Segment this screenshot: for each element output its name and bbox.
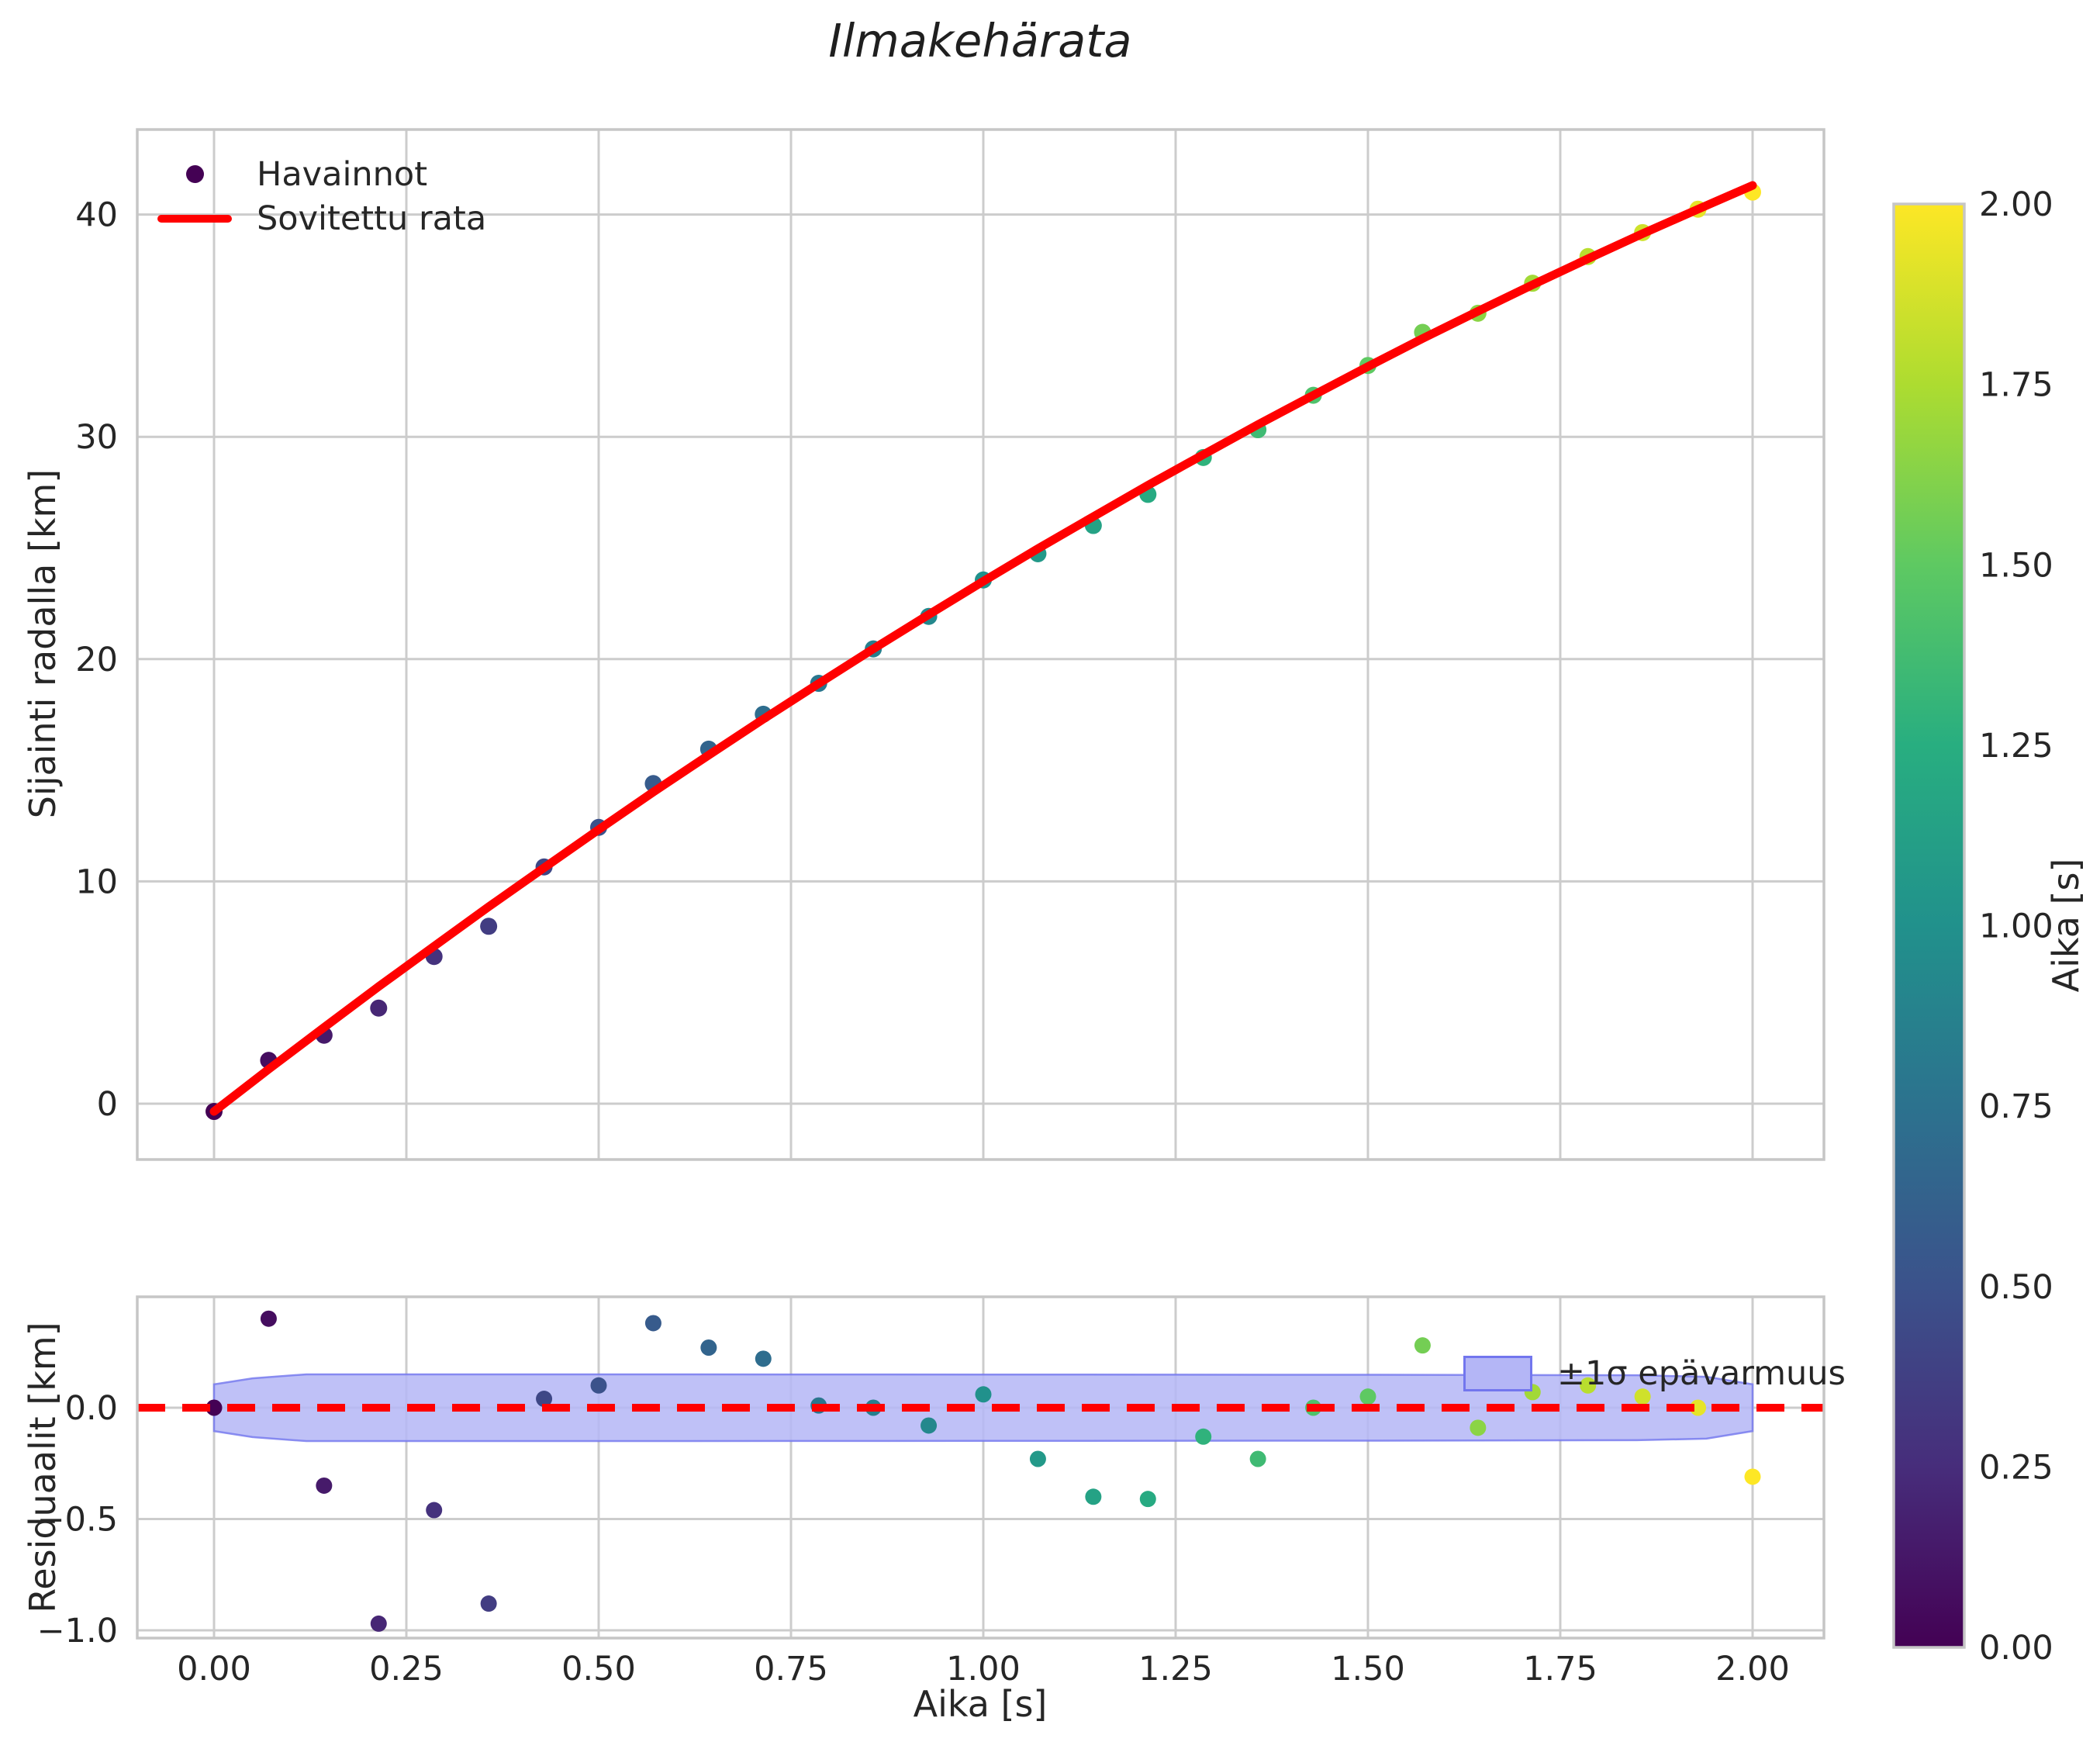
residual-point (260, 1310, 277, 1327)
chart-canvas: 0.00 0.25 0.50 0.75 1.00 1.25 1.50 1.75 2.00 0 10 2… (37, 128, 2053, 1688)
residual-point (700, 1339, 717, 1357)
residual-point (755, 1350, 772, 1367)
x-tick-label: 1.75 (1523, 1650, 1597, 1688)
y-axis-label-top-text: Sijainti radalla [km] (22, 468, 64, 819)
residual-point (1414, 1337, 1431, 1354)
x-axis-label: Aika [s] (913, 1683, 1048, 1725)
y-tick-label-top: 40 (75, 196, 118, 235)
y-tick-label-bottom: 0.0 (65, 1389, 118, 1428)
legend-label: Sovitettu rata (257, 199, 487, 238)
y-tick-label-bottom: −1.0 (37, 1612, 118, 1650)
x-tick-label: 0.25 (369, 1650, 444, 1688)
residual-point (480, 1595, 497, 1612)
colorbar-tick-label: 1.25 (1979, 727, 2053, 766)
y-axis-label-bottom-text: Residuaalit [km] (22, 1322, 64, 1613)
residual-point (1744, 1468, 1761, 1485)
colorbar (1892, 202, 1966, 1649)
y-tick-label-top: 0 (97, 1085, 118, 1124)
colorbar-tick-label: 2.00 (1979, 185, 2053, 224)
residual-point (590, 1377, 607, 1394)
x-tick-label: 0.00 (177, 1650, 251, 1688)
colorbar-tick-label: 0.25 (1979, 1448, 2053, 1487)
residual-point (370, 1615, 387, 1632)
residual-point (644, 1315, 661, 1332)
residual-point (1029, 1450, 1046, 1467)
residual-point (316, 1477, 333, 1494)
line-marker-icon (157, 214, 232, 223)
colorbar-tick-label: 0.50 (1979, 1268, 2053, 1307)
legend-marker-cell (157, 165, 232, 183)
colorbar-tick-label: 1.75 (1979, 366, 2053, 405)
residual-point (1470, 1419, 1487, 1436)
residual-point (1195, 1428, 1212, 1445)
residual-point (1359, 1388, 1376, 1405)
x-tick-label: 2.00 (1715, 1650, 1790, 1688)
y-tick-label-top: 10 (75, 862, 118, 901)
legend-entry-sovitettu-rata: Sovitettu rata (157, 196, 486, 240)
top-axes-frame (136, 128, 1825, 1161)
legend-entry-havainnot: Havainnot (157, 152, 486, 196)
bottom-axes-frame (136, 1295, 1825, 1640)
residual-point (1249, 1450, 1266, 1467)
y-tick-label-top: 20 (75, 641, 118, 679)
residual-point (975, 1386, 992, 1403)
legend-top: Havainnot Sovitettu rata (157, 152, 486, 240)
y-tick-label-top: 30 (75, 418, 118, 457)
colorbar-tick-label: 0.00 (1979, 1629, 2053, 1668)
legend-label: Havainnot (257, 154, 428, 194)
observation-point (370, 999, 388, 1017)
residual-point (920, 1417, 938, 1434)
residual-point (1139, 1491, 1156, 1508)
band-patch-icon (1463, 1356, 1532, 1391)
colorbar-tick-label: 0.75 (1979, 1087, 2053, 1126)
observation-point (480, 918, 498, 935)
x-tick-label: 1.50 (1331, 1650, 1405, 1688)
x-tick-label: 0.50 (561, 1650, 636, 1688)
x-tick-label: 0.75 (754, 1650, 828, 1688)
legend-label: ±1σ epävarmuus (1557, 1354, 1846, 1393)
residual-point (1085, 1488, 1102, 1505)
x-tick-label: 1.25 (1138, 1650, 1213, 1688)
chart-title: Ilmakehärata (828, 14, 1132, 67)
figure: 0.00 0.25 0.50 0.75 1.00 1.25 1.50 1.75 2.00 0 10 2… (0, 0, 2100, 1742)
colorbar-tick-label: 1.50 (1979, 546, 2053, 585)
scatter-marker-icon (185, 165, 204, 183)
colorbar-label-text: Aika [s] (2045, 858, 2087, 993)
colorbar-tick-label: 1.00 (1979, 907, 2053, 946)
residual-point (426, 1502, 443, 1519)
legend-bottom: ±1σ epävarmuus (1463, 1354, 1846, 1393)
